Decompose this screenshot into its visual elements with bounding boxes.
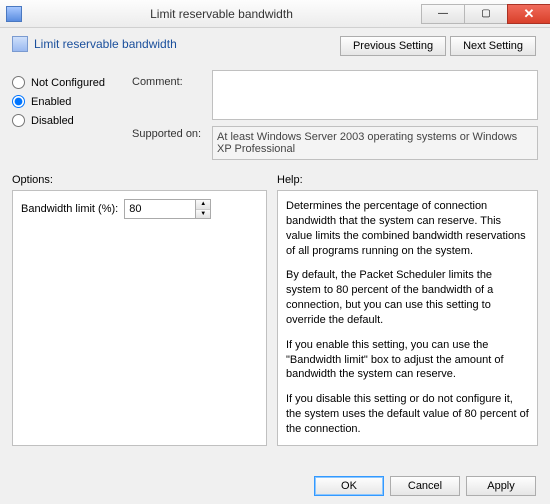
radio-enabled-input[interactable]: [12, 95, 25, 108]
state-radio-group: Not Configured Enabled Disabled: [12, 70, 132, 160]
help-paragraph: If you enable this setting, you can use …: [286, 338, 529, 383]
help-paragraph: By default, the Packet Scheduler limits …: [286, 268, 529, 327]
radio-not-configured[interactable]: Not Configured: [12, 76, 132, 89]
comment-textbox[interactable]: [212, 70, 538, 120]
radio-not-configured-input[interactable]: [12, 76, 25, 89]
radio-disabled-label: Disabled: [31, 115, 74, 127]
help-panel: Determines the percentage of connection …: [277, 190, 538, 446]
apply-button[interactable]: Apply: [466, 476, 536, 496]
comment-label: Comment:: [132, 76, 212, 88]
bandwidth-limit-label: Bandwidth limit (%):: [21, 203, 118, 215]
maximize-button[interactable]: ▢: [464, 4, 508, 24]
bandwidth-limit-input[interactable]: [125, 200, 195, 218]
app-icon: [6, 6, 22, 22]
previous-setting-button[interactable]: Previous Setting: [340, 36, 446, 56]
radio-enabled-label: Enabled: [31, 96, 71, 108]
options-section-label: Options:: [12, 174, 267, 186]
minimize-button[interactable]: —: [421, 4, 465, 24]
help-paragraph: Determines the percentage of connection …: [286, 199, 529, 258]
supported-on-box: At least Windows Server 2003 operating s…: [212, 126, 538, 160]
options-panel: Bandwidth limit (%): ▲ ▼: [12, 190, 267, 446]
radio-disabled[interactable]: Disabled: [12, 114, 132, 127]
radio-not-configured-label: Not Configured: [31, 77, 105, 89]
next-setting-button[interactable]: Next Setting: [450, 36, 536, 56]
cancel-button[interactable]: Cancel: [390, 476, 460, 496]
spinner-up-button[interactable]: ▲: [196, 200, 210, 210]
radio-enabled[interactable]: Enabled: [12, 95, 132, 108]
supported-on-text: At least Windows Server 2003 operating s…: [217, 131, 517, 155]
spinner-down-button[interactable]: ▼: [196, 210, 210, 219]
window-title: Limit reservable bandwidth: [22, 7, 421, 21]
ok-button[interactable]: OK: [314, 476, 384, 496]
supported-on-label: Supported on:: [132, 128, 212, 140]
close-button[interactable]: ✕: [507, 4, 550, 24]
policy-title: Limit reservable bandwidth: [34, 37, 177, 51]
bandwidth-limit-spinner[interactable]: ▲ ▼: [124, 199, 211, 219]
radio-disabled-input[interactable]: [12, 114, 25, 127]
title-bar: Limit reservable bandwidth — ▢ ✕: [0, 0, 550, 28]
help-paragraph: If you disable this setting or do not co…: [286, 392, 529, 437]
help-section-label: Help:: [277, 174, 538, 186]
policy-icon: [12, 36, 28, 52]
